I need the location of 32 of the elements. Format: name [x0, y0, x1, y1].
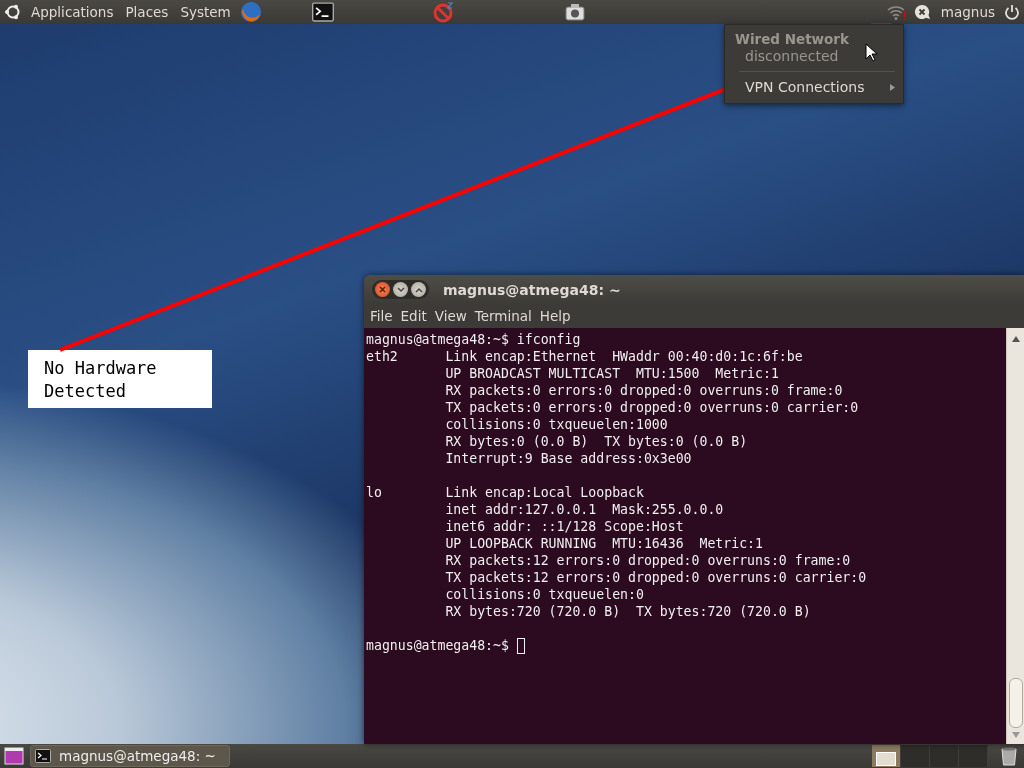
menu-item[interactable]: File	[366, 308, 397, 324]
panel-menu[interactable]: Applications	[28, 2, 117, 22]
panel-menu[interactable]: System	[177, 2, 234, 22]
terminal-line: RX packets:0 errors:0 dropped:0 overruns:0 frame:0	[444, 382, 844, 399]
terminal-prompt: magnus@atmega48:~$	[366, 637, 509, 654]
panel-menu[interactable]: Places	[122, 2, 172, 22]
menu-item[interactable]: Edit	[396, 308, 431, 324]
taskbar-button[interactable]: magnus@atmega48: ~	[30, 745, 230, 767]
window-title: magnus@atmega48: ~	[443, 281, 621, 298]
terminal-line: collisions:0 txqueuelen:0	[444, 586, 645, 603]
terminal-line: Interrupt:9 Base address:0x3e00	[444, 450, 693, 467]
terminal-line: magnus@atmega48:~$ ifconfig	[366, 331, 582, 348]
terminal-line: lo Link encap:Local Loopback	[366, 484, 645, 501]
terminal-line: RX packets:12 errors:0 dropped:0 overruns:0 frame:0	[444, 552, 852, 569]
menu-item: disconnected	[745, 48, 839, 64]
menu-item[interactable]: Terminal	[470, 308, 536, 324]
terminal-line: RX bytes:720 (720.0 B) TX bytes:720 (720.0 B)	[444, 603, 812, 620]
terminal-line: UP BROADCAST MULTICAST MTU:1500 Metric:1	[444, 365, 780, 382]
terminal-line: TX packets:0 errors:0 dropped:0 overruns:0 carrier:0	[444, 399, 860, 416]
menu-item: Wired Network	[735, 31, 849, 47]
terminal-line: UP LOOPBACK RUNNING MTU:16436 Metric:1	[444, 535, 764, 552]
terminal-line: RX bytes:0 (0.0 B) TX bytes:0 (0.0 B)	[444, 433, 749, 450]
terminal-line: eth2 Link encap:Ethernet HWaddr 00:40:d0:1c:6f:be	[366, 348, 804, 365]
menu-item[interactable]: VPN Connections	[745, 79, 865, 95]
menu-item[interactable]: Help	[535, 308, 575, 324]
menu-item[interactable]: View	[430, 308, 471, 324]
terminal-line: inet addr:127.0.0.1 Mask:255.0.0.0	[444, 501, 725, 518]
terminal-line: inet6 addr: ::1/128 Scope:Host	[444, 518, 685, 535]
annotation-label: No Hardware Detected	[28, 350, 212, 408]
terminal-line: TX packets:12 errors:0 dropped:0 overruns:0 carrier:0	[444, 569, 868, 586]
terminal-line: collisions:0 txqueuelen:1000	[444, 416, 669, 433]
user-name[interactable]: magnus	[937, 2, 998, 22]
